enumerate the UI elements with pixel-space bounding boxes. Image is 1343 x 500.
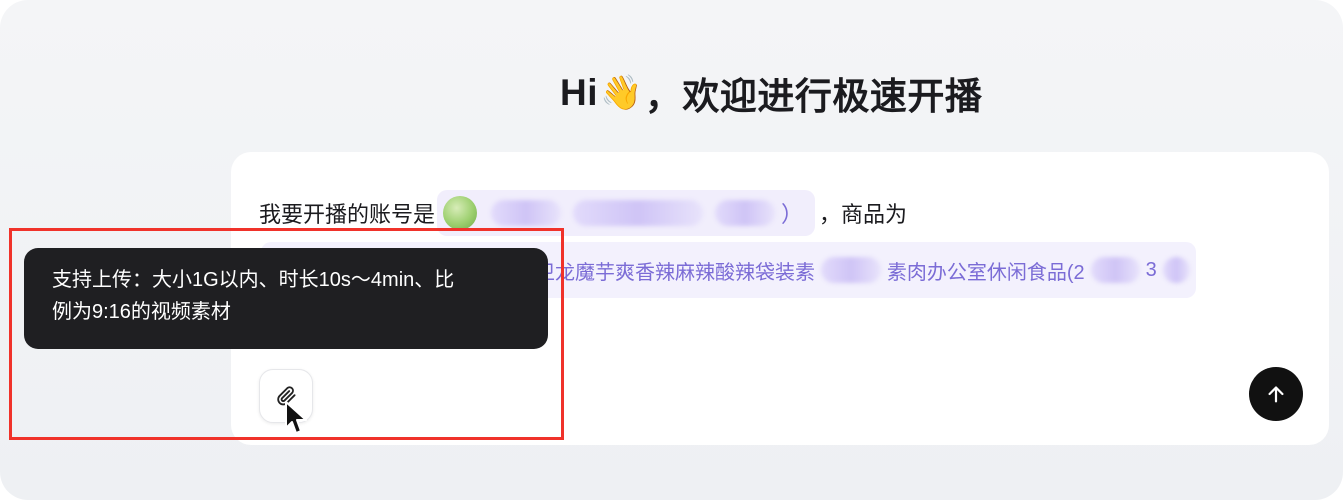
redacted-account-name [573, 200, 704, 226]
product-name-part: 3 [1145, 258, 1157, 281]
arrow-up-icon [1268, 386, 1284, 403]
welcome-title: Hi 👋 ，欢迎进行极速开播 [560, 66, 982, 120]
prompt-prefix: 我要开播的账号是 [259, 202, 436, 227]
redacted-product-name [1090, 257, 1140, 283]
redacted-product-name [1162, 257, 1190, 283]
product-name-part: 卫龙魔芋爽香辣麻辣酸辣袋装素 [535, 261, 815, 284]
title-text: ，欢迎进行极速开播 [644, 76, 983, 117]
waving-hand-icon: 👋 [600, 74, 643, 112]
redacted-account-name [715, 200, 776, 226]
account-avatar [443, 196, 478, 230]
greeting-text: Hi [560, 72, 598, 113]
prompt-middle: ，商品为 [819, 202, 908, 227]
mouse-pointer-icon [285, 401, 307, 434]
product-name-part: 素肉办公室休闲食品(2 [886, 261, 1085, 284]
redacted-product-name [821, 257, 881, 283]
page-background: Hi 👋 ，欢迎进行极速开播 我要开播的账号是 ） ，商品为 卫龙魔芋爽香辣麻辣… [0, 0, 1343, 500]
redacted-account-name [491, 200, 562, 226]
send-button[interactable] [1249, 367, 1303, 421]
account-suffix: ） [781, 202, 804, 227]
